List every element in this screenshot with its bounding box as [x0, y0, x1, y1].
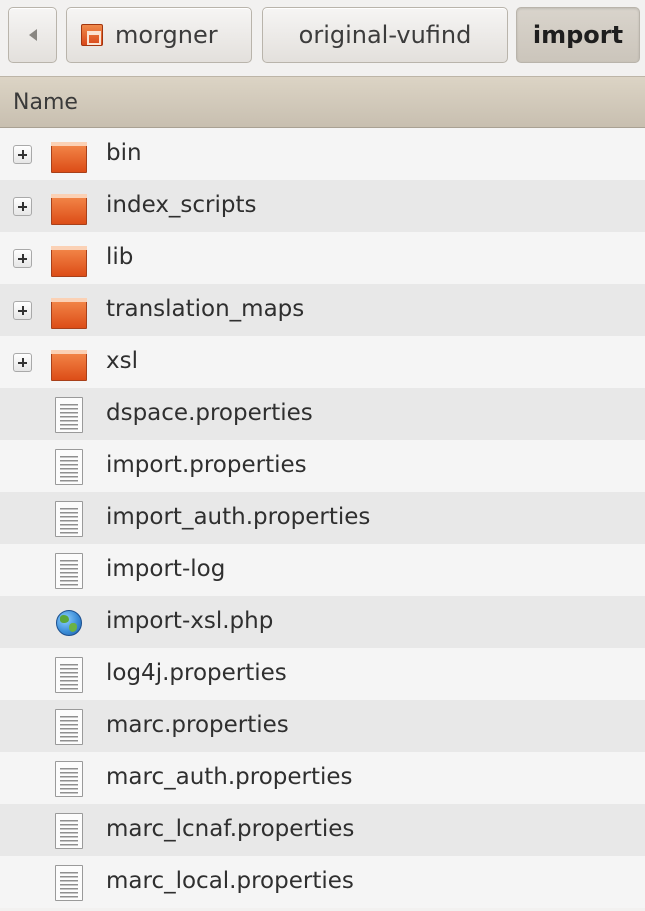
file-name: bin	[106, 140, 142, 166]
path-crumb-home-label: morgner	[115, 21, 218, 49]
path-crumb-current-label: import	[532, 21, 624, 49]
path-bar: morgner original-vufind import	[0, 0, 645, 74]
path-back-button[interactable]	[8, 7, 57, 63]
file-row[interactable]: index_scripts	[0, 180, 645, 232]
file-row[interactable]: marc_auth.properties	[0, 752, 645, 804]
file-row[interactable]: import-log	[0, 544, 645, 596]
column-header-label: Name	[13, 89, 78, 115]
file-name: import_auth.properties	[106, 504, 371, 530]
expand-icon[interactable]	[13, 145, 32, 164]
folder-icon	[50, 344, 88, 382]
text-file-icon	[50, 864, 88, 902]
file-name: import-xsl.php	[106, 608, 274, 634]
text-file-icon	[50, 760, 88, 798]
file-name: marc.properties	[106, 712, 289, 738]
file-name: log4j.properties	[106, 660, 287, 686]
file-row[interactable]: bin	[0, 128, 645, 180]
file-row[interactable]: import.properties	[0, 440, 645, 492]
text-file-icon	[50, 552, 88, 590]
folder-icon	[50, 240, 88, 278]
file-row[interactable]: dspace.properties	[0, 388, 645, 440]
file-name: translation_maps	[106, 296, 305, 322]
file-row[interactable]: lib	[0, 232, 645, 284]
path-crumb-original-vufind[interactable]: original-vufind	[262, 7, 508, 63]
expand-icon[interactable]	[13, 249, 32, 268]
path-crumb-label: original-vufind	[298, 21, 472, 49]
home-folder-icon	[81, 24, 103, 46]
folder-icon	[50, 136, 88, 174]
path-crumb-home[interactable]: morgner	[66, 7, 252, 63]
expand-icon[interactable]	[13, 353, 32, 372]
text-file-icon	[50, 396, 88, 434]
file-name: dspace.properties	[106, 400, 313, 426]
file-name: marc_auth.properties	[106, 764, 353, 790]
text-file-icon	[50, 812, 88, 850]
file-row[interactable]: marc_local.properties	[0, 856, 645, 908]
text-file-icon	[50, 656, 88, 694]
path-crumb-current[interactable]: import	[516, 7, 640, 63]
text-file-icon	[50, 500, 88, 538]
column-header-name[interactable]: Name	[0, 76, 645, 128]
expand-icon[interactable]	[13, 301, 32, 320]
folder-icon	[50, 292, 88, 330]
left-arrow-icon	[28, 29, 37, 41]
file-row[interactable]: log4j.properties	[0, 648, 645, 700]
file-name: lib	[106, 244, 134, 270]
text-file-icon	[50, 448, 88, 486]
folder-icon	[50, 188, 88, 226]
file-name: import-log	[106, 556, 226, 582]
text-file-icon	[50, 708, 88, 746]
file-name: index_scripts	[106, 192, 257, 218]
file-row[interactable]: import-xsl.php	[0, 596, 645, 648]
file-name: xsl	[106, 348, 138, 374]
file-row[interactable]: marc.properties	[0, 700, 645, 752]
file-list: bin index_scriptslib translation_mapsxsl ds…	[0, 128, 645, 908]
file-row[interactable]: xsl	[0, 336, 645, 388]
file-name: import.properties	[106, 452, 307, 478]
file-name: marc_lcnaf.properties	[106, 816, 355, 842]
file-row[interactable]: marc_lcnaf.properties	[0, 804, 645, 856]
file-row[interactable]: import_auth.properties	[0, 492, 645, 544]
globe-icon	[50, 604, 88, 642]
expand-icon[interactable]	[13, 197, 32, 216]
file-name: marc_local.properties	[106, 868, 354, 894]
file-row[interactable]: translation_maps	[0, 284, 645, 336]
